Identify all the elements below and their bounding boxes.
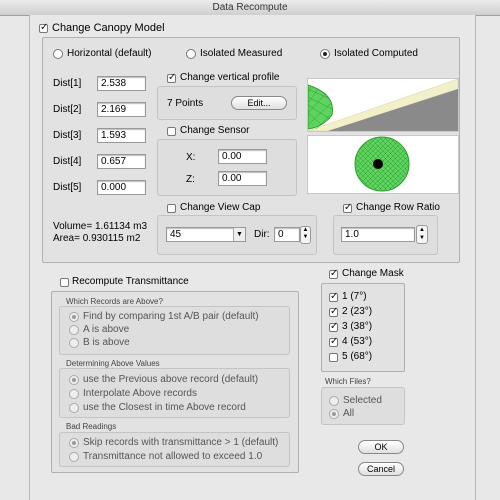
mask-5-label: 5 (68°) [342,351,373,362]
sensor-x-field[interactable]: 0.00 [218,149,267,164]
change-canopy-model-checkbox[interactable] [39,22,48,33]
mask-4-checkbox[interactable] [329,336,338,347]
crown-preview [307,135,459,194]
records-a-label: A is above [83,324,130,335]
dist2-field[interactable]: 2.169 [97,102,146,117]
change-sensor-label: Change Sensor [180,125,250,136]
dir-label: Dir: [254,229,270,240]
change-vertical-profile-checkbox[interactable] [167,72,176,83]
sensor-group [157,139,297,196]
stepper-down-icon[interactable]: ▼ [303,234,309,240]
cancel-button[interactable]: Cancel [358,462,404,476]
dist3-label: Dist[3] [53,130,82,141]
which-files-header: Which Files? [325,377,371,386]
files-all-radio[interactable] [329,409,339,419]
change-row-ratio-checkbox[interactable] [343,202,352,213]
dist1-field[interactable]: 2.538 [97,76,146,91]
dist3-field[interactable]: 1.593 [97,128,146,143]
records-find-label: Find by comparing 1st A/B pair (default) [83,311,259,322]
window-title: Data Recompute [0,0,500,16]
bad-readings-header: Bad Readings [66,422,117,431]
change-canopy-model-label: Change Canopy Model [52,22,165,34]
above-interpolate-label: Interpolate Above records [83,388,197,399]
volume-text: Volume= 1.61134 m3 [53,221,148,232]
dist5-label: Dist[5] [53,182,82,193]
model-isolated-computed-radio[interactable] [320,49,330,59]
bad-skip-radio[interactable] [69,438,79,448]
which-files-group [321,387,405,425]
records-above-header: Which Records are Above? [66,297,163,306]
above-closest-label: use the Closest in time Above record [83,402,246,413]
row-ratio-field[interactable]: 1.0 [341,227,415,242]
mask-5-checkbox[interactable] [329,353,338,362]
change-view-cap-label: Change View Cap [180,202,261,213]
files-all-label: All [343,408,355,419]
records-b-label: B is above [83,337,130,348]
above-closest-radio[interactable] [69,403,79,413]
files-selected-radio[interactable] [329,396,339,406]
mask-2-checkbox[interactable] [329,306,338,317]
recompute-transmittance-label: Recompute Transmittance [72,276,189,287]
stepper-down-icon[interactable]: ▼ [419,235,425,241]
stepper-up-icon[interactable]: ▲ [419,227,425,233]
model-isolated-measured-radio[interactable] [186,49,196,59]
dir-stepper[interactable]: ▲ ▼ [300,226,311,244]
change-sensor-checkbox[interactable] [167,127,176,136]
model-isolated-measured-label: Isolated Measured [200,48,283,59]
sensor-z-field[interactable]: 0.00 [218,171,267,186]
change-mask-label: Change Mask [342,268,404,279]
mask-3-checkbox[interactable] [329,321,338,332]
files-selected-label: Selected [343,395,382,406]
change-view-cap-checkbox[interactable] [167,204,176,213]
bad-skip-label: Skip records with transmittance > 1 (def… [83,437,279,448]
change-vertical-profile-label: Change vertical profile [180,72,280,83]
bad-limit-radio[interactable] [69,452,79,462]
stepper-up-icon[interactable]: ▲ [303,227,309,233]
dist4-label: Dist[4] [53,156,82,167]
dist1-label: Dist[1] [53,78,82,89]
above-previous-label: use the Previous above record (default) [83,374,259,385]
area-text: Area= 0.930115 m2 [53,233,141,244]
dir-field[interactable]: 0 [274,227,300,242]
mask-1-label: 1 (7°) [342,291,367,302]
sensor-z-label: Z: [186,174,195,185]
edit-profile-button[interactable]: Edit... [231,96,287,110]
profile-preview-graphic [308,79,458,131]
points-count-text: 7 Points [167,98,204,109]
dist2-label: Dist[2] [53,104,82,115]
records-find-radio[interactable] [69,312,79,322]
model-horizontal-label: Horizontal (default) [67,48,152,59]
dist5-field[interactable]: 0.000 [97,180,146,195]
bad-limit-label: Transmittance not allowed to exceed 1.0 [83,451,263,462]
model-isolated-computed-label: Isolated Computed [334,48,418,59]
change-row-ratio-label: Change Row Ratio [356,202,440,213]
ok-button[interactable]: OK [358,440,404,454]
model-horizontal-radio[interactable] [53,49,63,59]
row-ratio-stepper[interactable]: ▲ ▼ [416,225,428,244]
sensor-x-label: X: [186,152,196,163]
recompute-transmittance-checkbox[interactable] [60,278,69,287]
view-cap-combo[interactable]: 45 ▼ [166,227,246,242]
profile-preview [307,78,459,132]
mask-1-checkbox[interactable] [329,291,338,302]
mask-2-label: 2 (23°) [342,306,373,317]
records-b-radio[interactable] [69,338,79,348]
above-values-header: Determining Above Values [66,359,160,368]
view-cap-value: 45 [170,229,182,240]
change-mask-checkbox[interactable] [329,268,338,279]
dist4-field[interactable]: 0.657 [97,154,146,169]
chevron-down-icon[interactable]: ▼ [233,228,245,241]
mask-3-label: 3 (38°) [342,321,373,332]
records-a-radio[interactable] [69,325,79,335]
mask-4-label: 4 (53°) [342,336,373,347]
above-interpolate-radio[interactable] [69,389,79,399]
crown-preview-graphic [354,136,410,192]
above-previous-radio[interactable] [69,375,79,385]
